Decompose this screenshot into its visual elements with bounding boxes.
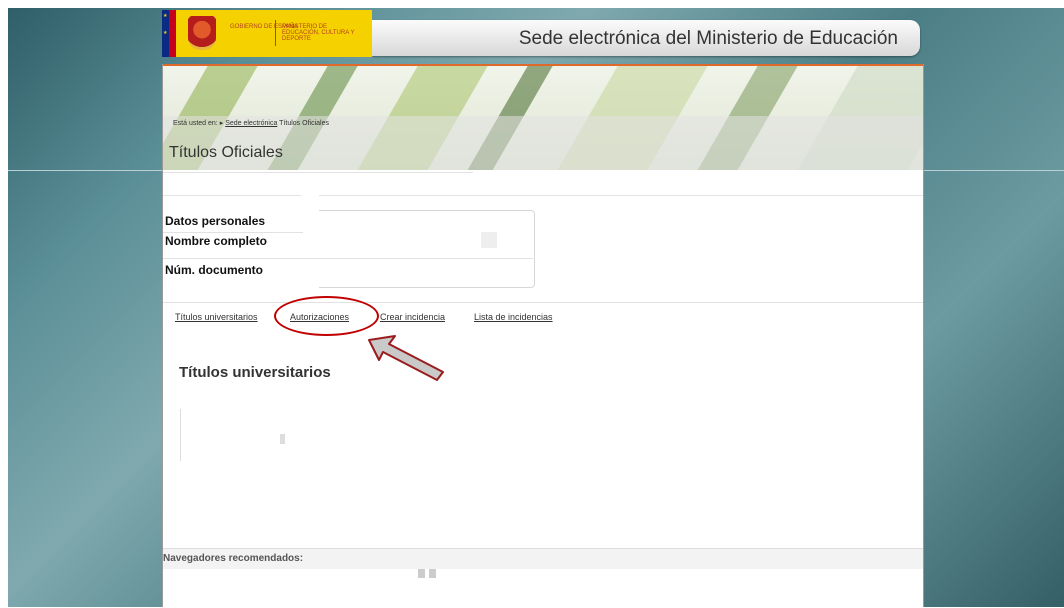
browser-icon[interactable] [429,569,436,578]
browser-icon[interactable] [418,569,425,578]
header-banner: Está usted en: ▸ Sede electrónica Título… [163,64,923,170]
divider [163,232,303,233]
full-name-label: Nombre completo [165,234,268,248]
logo-divider [275,20,276,46]
personal-data-box [311,210,535,288]
highlight-ellipse [274,296,379,336]
breadcrumb-current: Títulos Oficiales [279,120,329,127]
document-number-label: Núm. documento [165,263,263,277]
divider [163,172,473,173]
page-title: Títulos Oficiales [169,144,283,161]
logo-ministerio-text: MINISTERIO DE EDUCACIÓN, CULTURA Y DEPOR… [282,24,355,42]
divider [163,195,923,196]
content-placeholder [280,434,285,444]
coat-of-arms-icon [188,16,216,50]
pointer-arrow-icon [368,335,444,381]
breadcrumb: Está usted en: ▸ Sede electrónica Título… [173,119,329,127]
tab-lista-incidencias[interactable]: Lista de incidencias [474,312,553,322]
personal-data-mask [301,194,319,294]
breadcrumb-arrow-icon: ▸ [219,120,224,127]
tab-titulos-universitarios[interactable]: Títulos universitarios [175,312,258,322]
divider [163,302,923,303]
personal-data-heading: Datos personales [165,214,266,228]
site-header: Sede electrónica del Ministerio de Educa… [162,10,922,60]
redacted-value [481,232,497,248]
eu-spain-flag-icon: ★ ★ [162,10,176,57]
breadcrumb-link-sede[interactable]: Sede electrónica [225,120,277,127]
government-logo[interactable]: ★ ★ GOBIERNO DE ESPAÑA MINISTERIO DE EDUC… [162,10,372,57]
section-title: Títulos universitarios [179,364,331,381]
header-title-bar: Sede electrónica del Ministerio de Educa… [372,20,920,56]
content-placeholder [180,409,181,461]
breadcrumb-prefix: Está usted en: [173,120,218,127]
footer: Navegadores recomendados: [163,548,923,608]
main-panel: Está usted en: ▸ Sede electrónica Título… [162,64,924,608]
divider [163,258,533,259]
recommended-browsers-label: Navegadores recomendados: [163,553,304,564]
footer-bar: Navegadores recomendados: [163,549,923,569]
site-title: Sede electrónica del Ministerio de Educa… [518,28,898,49]
tab-crear-incidencia[interactable]: Crear incidencia [380,312,445,322]
